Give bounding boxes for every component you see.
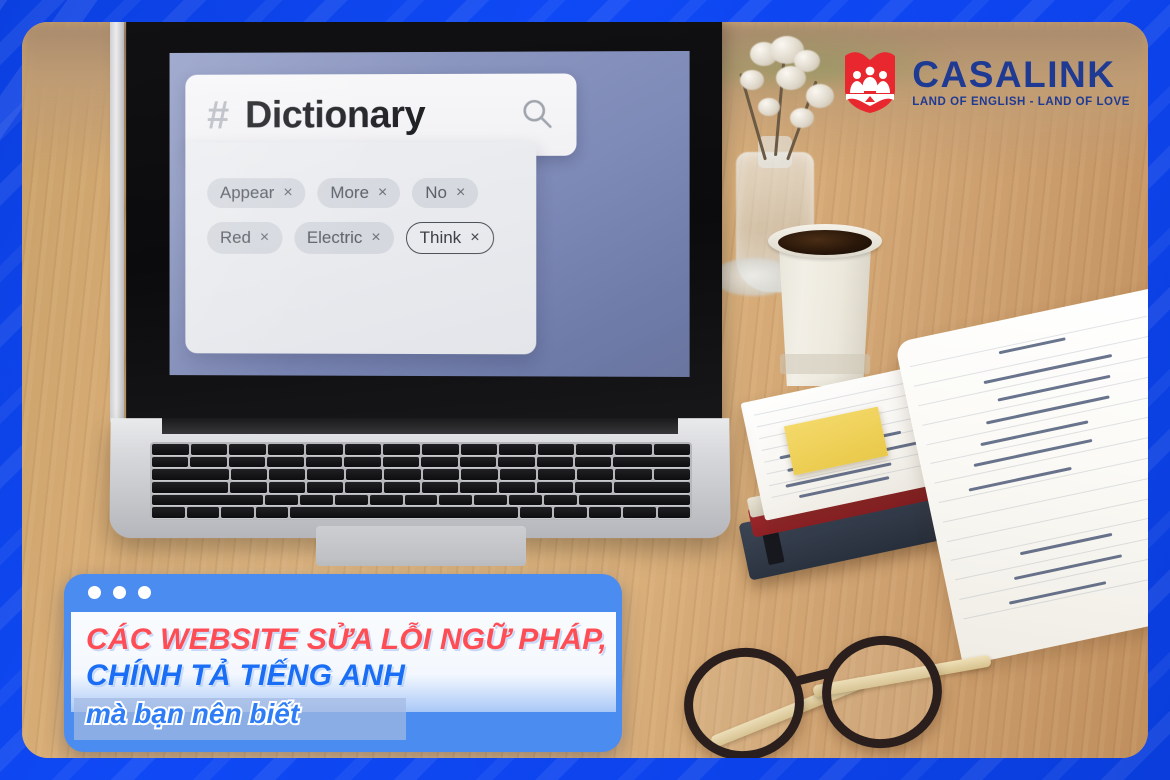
close-icon[interactable]: × <box>371 229 380 247</box>
keyboard-row <box>152 456 690 468</box>
glasses-lens-right <box>813 627 951 757</box>
laptop: # Dictionary Appear × More × No × Red × … <box>109 22 731 574</box>
title-banner: CÁC WEBSITE SỬA LỖI NGỮ PHÁP, CHÍNH TẢ T… <box>64 574 622 752</box>
coffee-surface <box>778 230 872 255</box>
glasses-lens-left <box>675 639 813 758</box>
logo-tagline: LAND OF ENGLISH - LAND OF LOVE <box>912 95 1130 108</box>
window-dot[interactable] <box>113 586 126 599</box>
keyboard-row <box>152 507 690 518</box>
tag-red[interactable]: Red × <box>207 221 283 254</box>
hash-icon: # <box>207 93 230 138</box>
outer-blue-frame: # Dictionary Appear × More × No × Red × … <box>0 0 1170 780</box>
keyboard-row <box>152 482 691 493</box>
tag-row-1: Appear × More × No × <box>207 177 536 209</box>
laptop-screen: # Dictionary Appear × More × No × Red × … <box>169 50 690 377</box>
logo-text: CASALINK LAND OF ENGLISH - LAND OF LOVE <box>912 56 1130 109</box>
bloom <box>806 84 834 108</box>
tag-no[interactable]: No × <box>412 177 479 209</box>
tag-label: More <box>330 183 369 203</box>
tag-electric[interactable]: Electric × <box>293 221 394 254</box>
keyboard-row <box>152 444 691 455</box>
window-dots <box>88 586 151 599</box>
tag-row-2: Red × Electric × Think × <box>207 221 536 255</box>
dictionary-card: # Dictionary Appear × More × No × Red × … <box>185 73 577 355</box>
laptop-lid-edge <box>110 22 124 422</box>
close-icon[interactable]: × <box>470 229 479 247</box>
tag-more[interactable]: More × <box>317 178 401 209</box>
tag-label: Red <box>219 227 251 247</box>
banner-line-2: CHÍNH TẢ TIẾNG ANH <box>86 659 406 692</box>
laptop-trackpad[interactable] <box>316 526 526 566</box>
close-icon[interactable]: × <box>283 184 292 202</box>
banner-line-1: CÁC WEBSITE SỬA LỖI NGỮ PHÁP, <box>86 623 608 656</box>
shield-three-people-icon <box>841 50 899 114</box>
tag-label: Appear <box>219 183 275 203</box>
keyboard-row <box>152 469 690 480</box>
tag-appear[interactable]: Appear × <box>207 178 306 209</box>
window-dot[interactable] <box>138 586 151 599</box>
bloom <box>740 70 764 90</box>
logo-name: CASALINK <box>912 53 1116 95</box>
open-page-right <box>894 288 1148 666</box>
banner-line-3: mà bạn nên biết <box>84 696 301 731</box>
laptop-keyboard[interactable] <box>150 442 692 520</box>
tag-label: Electric <box>306 227 363 247</box>
dictionary-header: # Dictionary <box>185 73 577 157</box>
laptop-lid: # Dictionary Appear × More × No × Red × … <box>126 22 723 426</box>
tag-label: No <box>425 182 447 202</box>
dictionary-title: Dictionary <box>245 93 426 136</box>
photo-plate: # Dictionary Appear × More × No × Red × … <box>22 22 1148 758</box>
casalink-logo[interactable]: CASALINK LAND OF ENGLISH - LAND OF LOVE <box>841 50 1130 114</box>
bloom <box>790 108 814 128</box>
laptop-hinge <box>162 418 678 434</box>
search-icon[interactable] <box>520 98 554 132</box>
close-icon[interactable]: × <box>378 184 387 202</box>
bloom <box>758 98 780 116</box>
close-icon[interactable]: × <box>456 184 465 202</box>
tag-label: Think <box>419 227 462 248</box>
window-dot[interactable] <box>88 586 101 599</box>
keyboard-row <box>152 494 690 506</box>
bloom <box>776 66 806 90</box>
tag-think[interactable]: Think × <box>405 221 494 255</box>
close-icon[interactable]: × <box>260 229 269 247</box>
dictionary-body: Appear × More × No × Red × Electric × Th… <box>185 141 537 355</box>
eyeglasses <box>662 622 992 758</box>
